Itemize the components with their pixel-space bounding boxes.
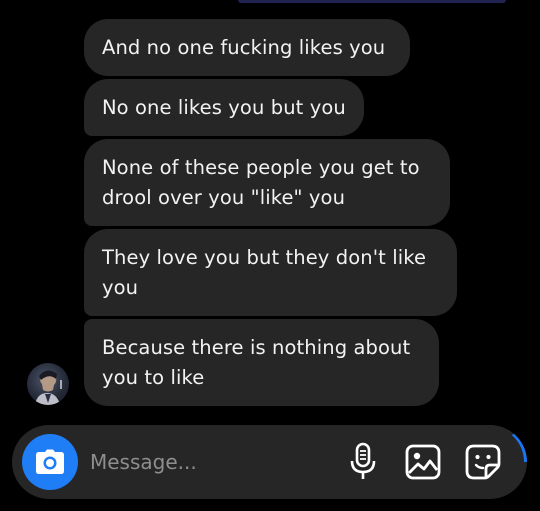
camera-icon	[36, 449, 64, 474]
sticker-button[interactable]	[463, 440, 503, 484]
avatar-illustration	[35, 370, 62, 405]
message-text: They love you but they don't like you	[102, 245, 427, 299]
message-bubble-5[interactable]: Because there is nothing about you to li…	[84, 319, 439, 406]
chat-screen: And no one fucking likes you No one like…	[0, 0, 540, 511]
camera-button[interactable]	[22, 434, 78, 490]
message-text: No one likes you but you	[102, 95, 346, 119]
message-bubble-4[interactable]: They love you but they don't like you	[84, 229, 457, 316]
message-bubble-1[interactable]: And no one fucking likes you	[84, 19, 410, 76]
message-text: And no one fucking likes you	[102, 35, 386, 59]
gallery-button[interactable]	[403, 440, 443, 484]
sender-avatar[interactable]	[27, 363, 69, 405]
image-icon	[405, 444, 441, 480]
previous-message-edge	[238, 0, 506, 3]
voice-message-button[interactable]	[343, 440, 383, 484]
microphone-icon	[350, 442, 376, 479]
message-bubble-3[interactable]: None of these people you get to drool ov…	[84, 139, 450, 226]
message-text: Because there is nothing about you to li…	[102, 335, 411, 389]
message-text: None of these people you get to drool ov…	[102, 155, 420, 209]
message-input[interactable]	[90, 445, 330, 479]
message-bubble-2[interactable]: No one likes you but you	[84, 79, 364, 136]
sticker-icon	[465, 444, 501, 480]
